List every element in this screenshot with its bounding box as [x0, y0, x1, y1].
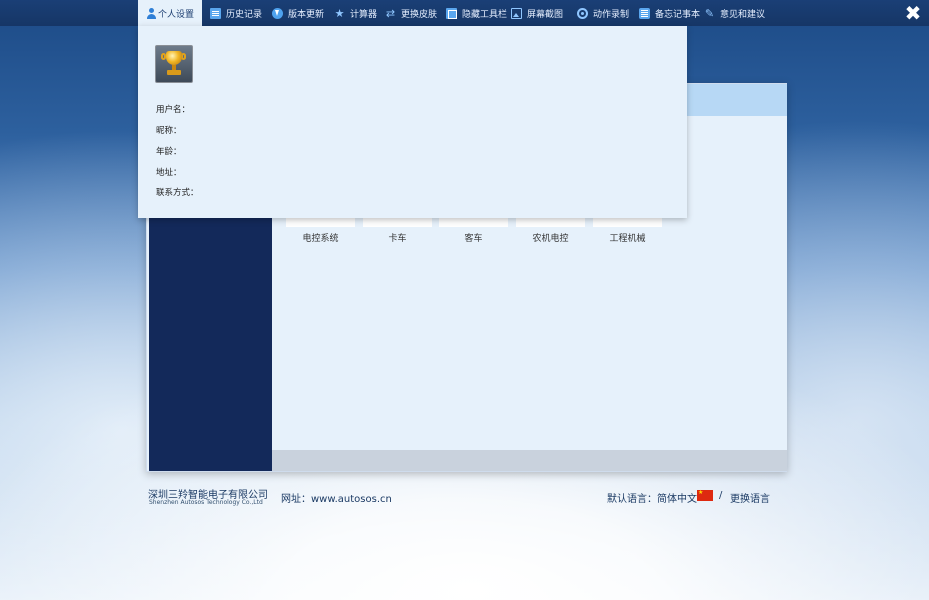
china-flag-icon	[697, 489, 713, 501]
toolbar-screenshot[interactable]: 屏幕截图	[503, 0, 571, 26]
age-label: 年龄：	[156, 147, 182, 157]
toolbar-label: 意见和建议	[720, 9, 766, 20]
category-engineering-machinery[interactable]: 工程机械	[593, 218, 662, 244]
document-icon	[210, 7, 221, 19]
toolbar-label: 计算器	[350, 9, 378, 20]
category-label: 客车	[464, 234, 483, 244]
category-label: 卡车	[388, 234, 407, 244]
toolbar-label: 隐藏工具栏	[462, 9, 508, 20]
swap-icon: ⇄	[385, 6, 396, 20]
toolbar-change-skin[interactable]: ⇄ 更换皮肤	[377, 0, 445, 26]
category-tile[interactable]	[286, 218, 355, 227]
nickname-label: 昵称：	[156, 126, 182, 136]
category-truck[interactable]: 卡车	[363, 218, 432, 244]
status-bar	[272, 450, 787, 471]
toolbar-history[interactable]: 历史记录	[202, 0, 270, 26]
category-tile[interactable]	[593, 218, 662, 227]
image-icon	[511, 7, 522, 19]
toolbar-version-update[interactable]: 版本更新	[264, 0, 332, 26]
category-label: 电控系统	[302, 234, 339, 244]
toolbar-icon	[446, 7, 457, 19]
company-name-en: Shenzhen Autosos Technology Co.,Ltd	[149, 499, 263, 506]
toolbar-action-record[interactable]: 动作录制	[569, 0, 637, 26]
toolbar-label: 个人设置	[157, 9, 194, 20]
category-tile[interactable]	[516, 218, 585, 227]
category-label: 工程机械	[609, 234, 646, 244]
category-label: 农机电控	[532, 234, 569, 244]
toolbar-label: 更换皮肤	[401, 9, 438, 20]
contact-label: 联系方式：	[156, 188, 199, 198]
pencil-icon: ✎	[704, 6, 715, 20]
category-bus[interactable]: 客车	[439, 218, 508, 244]
avatar[interactable]	[155, 45, 193, 83]
category-agri-control[interactable]: 农机电控	[516, 218, 585, 244]
category-tile[interactable]	[363, 218, 432, 227]
address-label: 地址：	[156, 168, 182, 178]
change-language-link[interactable]: 更换语言	[730, 490, 770, 505]
update-icon	[272, 7, 283, 19]
language-separator: /	[719, 490, 723, 501]
close-icon[interactable]: ✖	[903, 3, 923, 23]
toolbar-feedback[interactable]: ✎ 意见和建议	[696, 0, 773, 26]
toolbar-label: 历史记录	[226, 9, 263, 20]
username-label: 用户名：	[156, 105, 191, 115]
record-icon	[577, 7, 588, 19]
personal-settings-panel: 用户名： 昵称： 年龄： 地址： 联系方式：	[138, 26, 687, 218]
toolbar-label: 动作录制	[593, 9, 630, 20]
default-language: 默认语言：简体中文	[607, 494, 697, 505]
person-icon	[146, 7, 156, 19]
category-electronic-control[interactable]: 电控系统	[286, 218, 355, 244]
category-tile[interactable]	[439, 218, 508, 227]
notepad-icon	[639, 7, 650, 19]
website-link[interactable]: 网址：www.autosos.cn	[281, 490, 392, 505]
star-icon: ★	[334, 6, 345, 20]
toolbar-label: 版本更新	[288, 9, 325, 20]
toolbar-label: 屏幕截图	[527, 9, 564, 20]
toolbar-personal-settings[interactable]: 个人设置	[138, 0, 202, 26]
toolbar-label: 备忘记事本	[655, 9, 701, 20]
top-toolbar: 个人设置 历史记录 版本更新 ★ 计算器 ⇄ 更换皮肤 隐藏工具栏 屏幕截图 动…	[0, 0, 929, 26]
